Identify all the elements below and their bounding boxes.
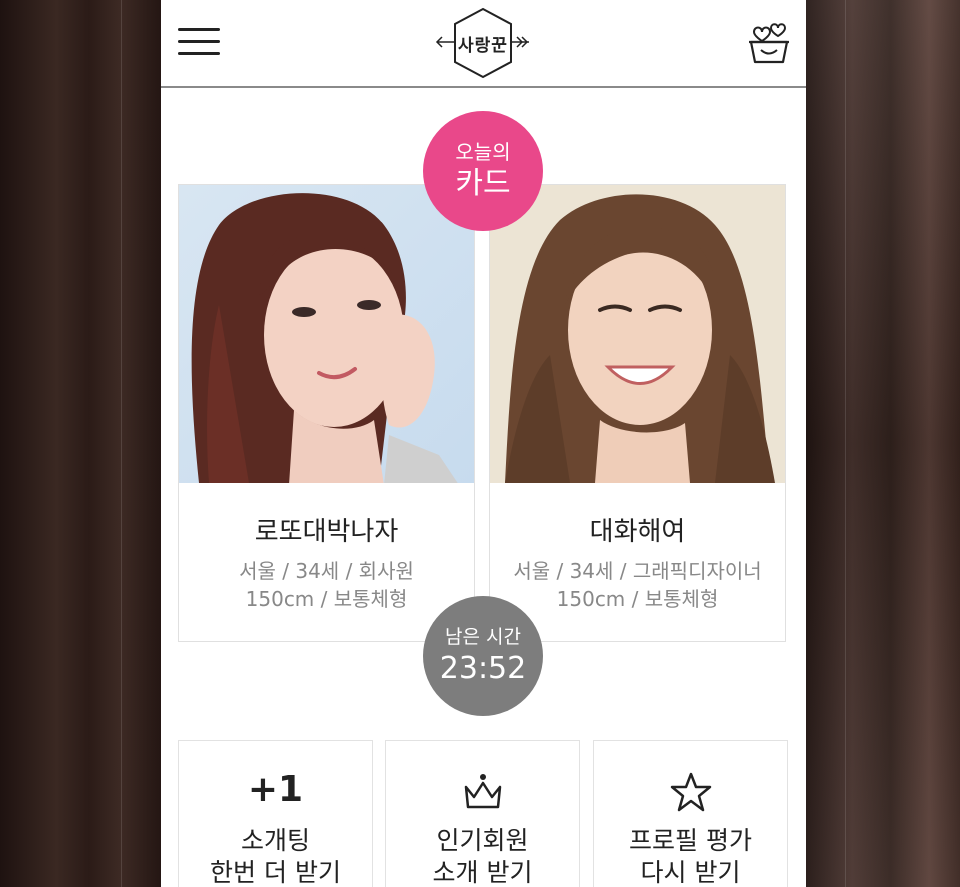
star-icon xyxy=(670,772,712,812)
action-label: 소개팅 한번 더 받기 xyxy=(179,825,372,887)
action-label-line2: 한번 더 받기 xyxy=(210,858,341,887)
profile-info: 서울 / 34세 / 그래픽디자이너 150cm / 보통체형 xyxy=(490,557,785,613)
background-right xyxy=(806,0,960,887)
profile-rating-button[interactable]: 프로필 평가 다시 받기 xyxy=(593,740,788,887)
action-label-line2: 소개 받기 xyxy=(432,858,533,887)
plus-one-label: +1 xyxy=(247,769,304,810)
action-label-line2: 다시 받기 xyxy=(640,858,741,887)
logo-text: 사랑꾼 xyxy=(458,35,508,56)
profile-card[interactable]: 대화해여 서울 / 34세 / 그래픽디자이너 150cm / 보통체형 xyxy=(489,184,786,642)
profile-card[interactable]: 로또대박나자 서울 / 34세 / 회사원 150cm / 보통체형 xyxy=(178,184,475,642)
background-stripe xyxy=(845,0,846,887)
popular-member-button[interactable]: 인기회원 소개 받기 xyxy=(385,740,580,887)
remaining-time-label: 남은 시간 xyxy=(445,626,521,648)
background-left xyxy=(0,0,161,887)
profile-name: 대화해여 xyxy=(589,517,686,547)
action-label-line1: 인기회원 xyxy=(436,826,529,855)
action-label: 프로필 평가 다시 받기 xyxy=(594,825,787,887)
today-badge-line1: 오늘의 xyxy=(455,140,511,164)
profile-info-line1: 서울 / 34세 / 그래픽디자이너 xyxy=(513,559,762,583)
today-badge-line2: 카드 xyxy=(455,166,511,201)
action-label: 인기회원 소개 받기 xyxy=(386,825,579,887)
crown-icon xyxy=(464,774,502,809)
today-card-badge: 오늘의 카드 xyxy=(423,111,543,231)
profile-info: 서울 / 34세 / 회사원 150cm / 보통체형 xyxy=(179,557,474,613)
background-stripe xyxy=(121,0,122,887)
hamburger-icon[interactable] xyxy=(178,26,220,58)
profile-name: 로또대박나자 xyxy=(254,517,399,547)
app-header: 사랑꾼 xyxy=(161,0,806,88)
profile-info-line1: 서울 / 34세 / 회사원 xyxy=(239,559,414,583)
profile-photo xyxy=(179,185,474,483)
action-label-line1: 프로필 평가 xyxy=(629,826,752,855)
profile-info-line2: 150cm / 보통체형 xyxy=(556,587,719,611)
heart-basket-icon[interactable] xyxy=(746,20,792,66)
action-label-line1: 소개팅 xyxy=(240,826,310,855)
remaining-time-value: 23:52 xyxy=(439,651,527,686)
profile-photo xyxy=(490,185,785,483)
extra-blind-date-button[interactable]: +1 소개팅 한번 더 받기 xyxy=(178,740,373,887)
app-screen: 사랑꾼 로또대박나자 서울 / 34세 / 회사원 150cm / 보통체형 대… xyxy=(161,0,806,887)
app-logo[interactable]: 사랑꾼 xyxy=(433,6,533,80)
remaining-time-badge: 남은 시간 23:52 xyxy=(423,596,543,716)
profile-info-line2: 150cm / 보통체형 xyxy=(245,587,408,611)
